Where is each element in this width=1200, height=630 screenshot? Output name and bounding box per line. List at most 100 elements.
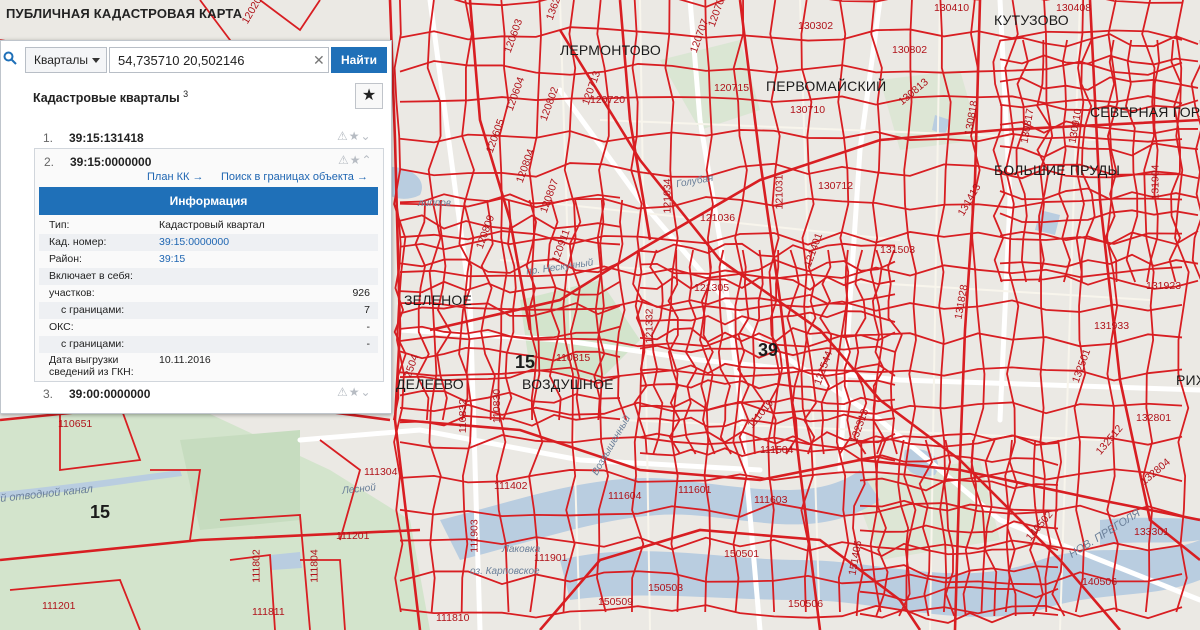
chevron-down-icon[interactable]: ⌄ — [361, 385, 372, 399]
info-row-oks: ОКС: - — [39, 319, 378, 336]
map-label: 130712 — [818, 180, 854, 192]
result-tools[interactable]: ⚠★⌄ — [337, 385, 372, 399]
info-key: участков: — [49, 287, 95, 299]
map-label: 15 — [90, 502, 111, 522]
map-label: 150501 — [724, 548, 760, 560]
map-label: 121031 — [773, 174, 786, 210]
result-tools[interactable]: ⚠★⌄ — [337, 129, 372, 143]
panel-title-text: Кадастровые кварталы — [33, 91, 180, 106]
map-label: ПЕРВОМАЙСКИЙ — [766, 78, 887, 94]
info-key: с границами: — [61, 304, 125, 316]
map-label: 111802 — [250, 549, 263, 583]
map-label: 111201 — [336, 530, 370, 542]
search-icon[interactable] — [3, 51, 17, 65]
result-item-2-expanded: 2. 39:15:0000000 ⚠★⌃ План КК → Поиск в г… — [34, 148, 384, 382]
map-label: ЛЕРМОНТОВО — [560, 42, 661, 58]
info-key: сведений из ГКН: — [49, 366, 134, 378]
find-button[interactable]: Найти — [331, 47, 387, 73]
map-label: 120720 — [590, 94, 626, 106]
result-tools[interactable]: ⚠★⌃ — [338, 153, 373, 167]
map-label: 110815 — [556, 352, 591, 364]
map-label: 121036 — [700, 212, 736, 224]
map-label: 111304 — [364, 466, 398, 478]
map-label: 140506 — [1082, 576, 1118, 588]
map-label: 130302 — [798, 20, 834, 32]
info-key: с границами: — [61, 338, 125, 350]
favorite-button[interactable]: ★ — [355, 83, 383, 109]
chevron-up-icon[interactable]: ⌃ — [362, 153, 373, 167]
info-key: ОКС: — [49, 321, 74, 333]
info-value: Кадастровый квартал — [159, 219, 265, 231]
map-label: 120715 — [714, 82, 750, 94]
info-count: - — [366, 321, 371, 333]
search-in-bounds-link[interactable]: Поиск в границах объекта → — [221, 171, 368, 183]
info-key: Кад. номер: — [49, 236, 107, 248]
plan-link[interactable]: План КК → — [147, 171, 203, 183]
map-label: 130802 — [892, 44, 928, 56]
chevron-down-icon[interactable]: ⌄ — [361, 129, 372, 143]
star-icon[interactable]: ★ — [350, 153, 362, 167]
result-number: 39:00:0000000 — [69, 387, 151, 401]
map-label: СЕВЕРНАЯ ГОРА — [1090, 104, 1200, 120]
map-label: 130410 — [934, 2, 970, 14]
map-label: 121034 — [661, 178, 674, 214]
search-input[interactable] — [109, 47, 329, 73]
app-title: ПУБЛИЧНАЯ КАДАСТРОВАЯ КАРТА — [6, 6, 243, 21]
info-row-oks-bounded: с границами: - — [39, 336, 378, 353]
map-label: 110651 — [58, 418, 93, 430]
star-icon[interactable]: ★ — [349, 129, 361, 143]
info-row-parcels-bounded: с границами: 7 — [39, 302, 378, 319]
info-count: 926 — [352, 287, 370, 299]
warning-icon[interactable]: ⚠ — [337, 129, 349, 143]
map-label: 39 — [758, 340, 779, 360]
info-row-type: Тип: Кадастровый квартал — [39, 217, 378, 234]
warning-icon[interactable]: ⚠ — [338, 153, 350, 167]
map-label: КУТУЗОВО — [994, 12, 1069, 28]
info-value-link[interactable]: 39:15 — [159, 253, 185, 265]
map-label: 130710 — [790, 104, 826, 116]
result-number: 39:15:131418 — [69, 131, 144, 145]
info-key: Тип: — [49, 219, 70, 231]
map-label: РИХ — [1176, 372, 1200, 388]
layer-select-value: Кварталы — [34, 53, 88, 67]
info-row-includes: Включает в себя: — [39, 268, 378, 285]
chevron-down-icon — [92, 58, 100, 63]
map-label: оз. Карповское — [470, 566, 540, 577]
map-label: 133301 — [1134, 526, 1170, 538]
map-label: 15 — [515, 352, 536, 372]
map-label: 111201 — [42, 600, 76, 612]
map-label: Лаковка — [502, 544, 541, 555]
info-row-district: Район: 39:15 — [39, 251, 378, 268]
close-icon[interactable]: ✕ — [313, 52, 325, 69]
result-index: 2. — [44, 155, 55, 169]
layer-select[interactable]: Кварталы — [25, 47, 107, 73]
map-label: 131503 — [880, 244, 916, 256]
map-label: 111402 — [494, 480, 528, 492]
search-bar: Кварталы ✕ Найти — [1, 47, 391, 75]
info-key: Район: — [49, 253, 82, 265]
map-label: 110832 — [457, 398, 470, 434]
warning-icon[interactable]: ⚠ — [337, 385, 349, 399]
result-number: 39:15:0000000 — [70, 155, 152, 169]
info-value-link[interactable]: 39:15:0000000 — [159, 236, 229, 248]
map-label: 111810 — [436, 612, 470, 624]
search-panel: Кварталы ✕ Найти Кадастровые кварталы 3 … — [0, 40, 392, 414]
info-key: Дата выгрузки — [49, 354, 119, 366]
result-item-3[interactable]: 3. 39:00:0000000 ⚠★⌄ — [1, 383, 385, 405]
info-row-export-date: Дата выгрузки сведений из ГКН: 10.11.201… — [39, 353, 378, 379]
map-label: 121305 — [694, 282, 730, 294]
map-label: 111504 — [760, 444, 794, 456]
map-label: ЗЕЛЕНОЕ — [404, 292, 473, 308]
map-label: 111903 — [468, 519, 481, 553]
map-label: 131904 — [1149, 164, 1162, 200]
map-label: 150506 — [788, 598, 824, 610]
star-icon: ★ — [361, 87, 377, 104]
info-count: 7 — [364, 304, 370, 316]
result-item-2[interactable]: 2. 39:15:0000000 ⚠★⌃ — [2, 151, 386, 173]
map-label: 150503 — [648, 582, 684, 594]
result-item-1[interactable]: 1. 39:15:131418 ⚠★⌄ — [1, 127, 385, 149]
star-icon[interactable]: ★ — [349, 385, 361, 399]
map-label: 131923 — [1146, 280, 1182, 292]
panel-title: Кадастровые кварталы 3 — [33, 89, 188, 105]
map-label: 131933 — [1094, 320, 1130, 332]
